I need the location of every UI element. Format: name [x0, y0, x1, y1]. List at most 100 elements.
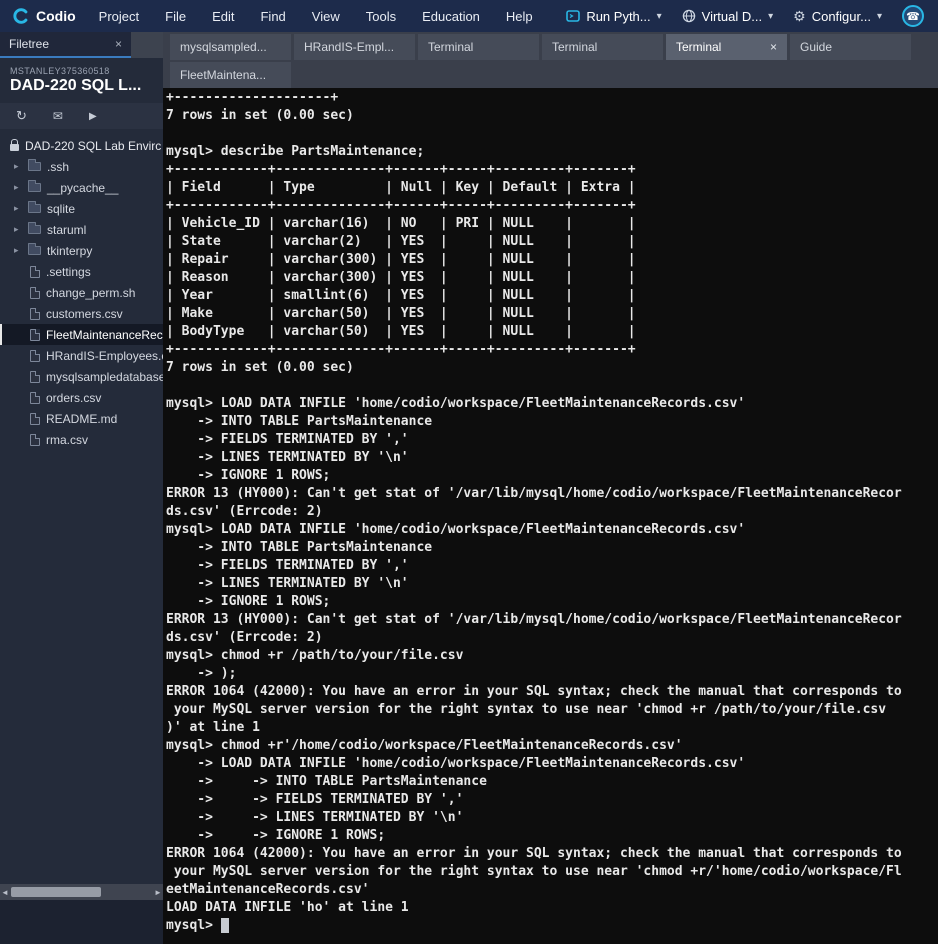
terminal-line: | Repair | varchar(300) | YES | | NULL |…	[166, 252, 636, 267]
tab-label: Terminal	[676, 40, 722, 54]
folder-label: sqlite	[47, 201, 76, 216]
file-label: HRandIS-Employees.c	[46, 348, 163, 363]
tree-file-change-perm[interactable]: change_perm.sh	[0, 282, 163, 303]
tree-file-customers[interactable]: customers.csv	[0, 303, 163, 324]
terminal-line: mysql> LOAD DATA INFILE 'home/codio/work…	[166, 396, 746, 411]
terminal-prompt: mysql>	[166, 918, 221, 933]
tree-file-rma[interactable]: rma.csv	[0, 429, 163, 450]
terminal-output[interactable]: +--------------------+ 7 rows in set (0.…	[163, 88, 938, 944]
scroll-right-icon[interactable]: ►	[153, 888, 163, 897]
tree-file-hrandis[interactable]: HRandIS-Employees.c	[0, 345, 163, 366]
menu-find[interactable]: Find	[247, 0, 298, 32]
terminal-line: | Vehicle_ID | varchar(16) | NO | PRI | …	[166, 216, 636, 231]
terminal-line: your MySQL server version for the right …	[166, 864, 902, 879]
tab-guide[interactable]: Guide	[790, 34, 911, 60]
tree-folder-ssh[interactable]: ▸ .ssh	[0, 156, 163, 177]
tree-file-readme[interactable]: README.md	[0, 408, 163, 429]
tab-fleetmaintenance[interactable]: FleetMaintena...	[170, 62, 291, 88]
terminal-line: -> LINES TERMINATED BY '\n'	[166, 450, 409, 465]
chevron-right-icon: ▸	[14, 203, 19, 213]
file-label: FleetMaintenanceRec	[46, 327, 163, 342]
chevron-down-icon: ▾	[876, 10, 882, 22]
menu-edit[interactable]: Edit	[199, 0, 247, 32]
mail-icon[interactable]: ✉	[53, 109, 63, 123]
run-python-button[interactable]: Run Pyth... ▾	[566, 9, 662, 24]
file-label: change_perm.sh	[46, 285, 136, 300]
tab-label: Terminal	[552, 40, 598, 54]
file-icon	[30, 412, 40, 425]
terminal-line: -> -> LINES TERMINATED BY '\n'	[166, 810, 464, 825]
tab-label: Guide	[800, 40, 833, 54]
horizontal-scrollbar[interactable]: ◄ ►	[0, 884, 163, 900]
menu-project[interactable]: Project	[86, 0, 152, 32]
tree-folder-pycache[interactable]: ▸ __pycache__	[0, 177, 163, 198]
tree-folder-staruml[interactable]: ▸ staruml	[0, 219, 163, 240]
file-icon	[30, 286, 40, 299]
tree-file-fleetmaintenance[interactable]: FleetMaintenanceRec	[0, 324, 163, 345]
menu-view[interactable]: View	[299, 0, 353, 32]
file-label: customers.csv	[46, 306, 123, 321]
tree-file-mysqlsample[interactable]: mysqlsampledatabase	[0, 366, 163, 387]
file-label: orders.csv	[46, 390, 102, 405]
terminal-line: -> -> INTO TABLE PartsMaintenance	[166, 774, 487, 789]
editor-tab-bar: mysqlsampled... HRandIS-Empl... Terminal…	[163, 32, 938, 88]
terminal-line: +------------+--------------+------+----…	[166, 162, 636, 177]
terminal-line: )' at line 1	[166, 720, 260, 735]
tab-terminal-3-active[interactable]: Terminal ×	[666, 34, 787, 60]
tree-file-settings[interactable]: .settings	[0, 261, 163, 282]
file-tree: DAD-220 SQL Lab Envirc ▸ .ssh ▸ __pycach…	[0, 135, 163, 450]
virtual-desktop-button[interactable]: Virtual D... ▾	[682, 9, 773, 24]
close-icon[interactable]: ×	[770, 40, 777, 54]
file-icon	[30, 370, 40, 383]
terminal-line: -> FIELDS TERMINATED BY ','	[166, 432, 409, 447]
tree-root[interactable]: DAD-220 SQL Lab Envirc	[0, 135, 163, 156]
tab-mysqlsampledatabase[interactable]: mysqlsampled...	[170, 34, 291, 60]
terminal-line: -> LOAD DATA INFILE 'home/codio/workspac…	[166, 756, 746, 771]
codio-menu[interactable]: Codio	[36, 8, 76, 24]
play-icon[interactable]: ▶	[89, 111, 97, 122]
terminal-line: +--------------------+	[166, 90, 339, 105]
filetree-toolbar: ↻ ✉ ▶	[0, 103, 163, 129]
folder-label: __pycache__	[47, 180, 119, 195]
tree-file-orders[interactable]: orders.csv	[0, 387, 163, 408]
file-icon	[30, 391, 40, 404]
project-title: DAD-220 SQL L...	[10, 77, 142, 94]
close-icon[interactable]: ×	[115, 37, 122, 51]
tree-folder-tkinterpy[interactable]: ▸ tkinterpy	[0, 240, 163, 261]
menu-education[interactable]: Education	[409, 0, 493, 32]
scrollbar-thumb[interactable]	[11, 887, 101, 897]
filetree-tab[interactable]: Filetree ×	[0, 32, 131, 58]
terminal-line: | Make | varchar(50) | YES | | NULL | |	[166, 306, 636, 321]
scroll-left-icon[interactable]: ◄	[0, 888, 10, 897]
chevron-right-icon: ▸	[14, 224, 19, 234]
folder-icon	[28, 222, 41, 234]
support-phone-button[interactable]: ☎	[902, 5, 924, 27]
tab-terminal-2[interactable]: Terminal	[542, 34, 663, 60]
folder-icon	[28, 159, 41, 171]
terminal-line: -> -> IGNORE 1 ROWS;	[166, 828, 386, 843]
terminal-line: mysql> LOAD DATA INFILE 'home/codio/work…	[166, 522, 746, 537]
tree-folder-sqlite[interactable]: ▸ sqlite	[0, 198, 163, 219]
configure-label: Configur...	[811, 8, 871, 24]
terminal-line: ERROR 1064 (42000): You have an error in…	[166, 684, 902, 699]
tab-terminal-1[interactable]: Terminal	[418, 34, 539, 60]
terminal-line: ds.csv' (Errcode: 2)	[166, 630, 323, 645]
terminal-line: | State | varchar(2) | YES | | NULL | |	[166, 234, 636, 249]
terminal-line: mysql> chmod +r'/home/codio/workspace/Fl…	[166, 738, 683, 753]
sidebar-footer	[0, 900, 163, 944]
refresh-icon[interactable]: ↻	[16, 108, 27, 124]
terminal-prompt-line[interactable]: mysql>	[166, 917, 938, 935]
chevron-down-icon: ▾	[768, 10, 774, 22]
menu-help[interactable]: Help	[493, 0, 546, 32]
account-name: MSTANLEY375360518	[10, 66, 110, 76]
run-icon	[566, 10, 581, 22]
chevron-right-icon: ▸	[14, 182, 19, 192]
gear-icon: ⚙	[793, 8, 806, 24]
menu-tools[interactable]: Tools	[353, 0, 409, 32]
terminal-line: -> LINES TERMINATED BY '\n'	[166, 576, 409, 591]
menu-file[interactable]: File	[152, 0, 199, 32]
codio-logo[interactable]: Codio	[0, 7, 86, 25]
tab-hrandis-employees[interactable]: HRandIS-Empl...	[294, 34, 415, 60]
configure-button[interactable]: ⚙ Configur... ▾	[793, 9, 882, 24]
